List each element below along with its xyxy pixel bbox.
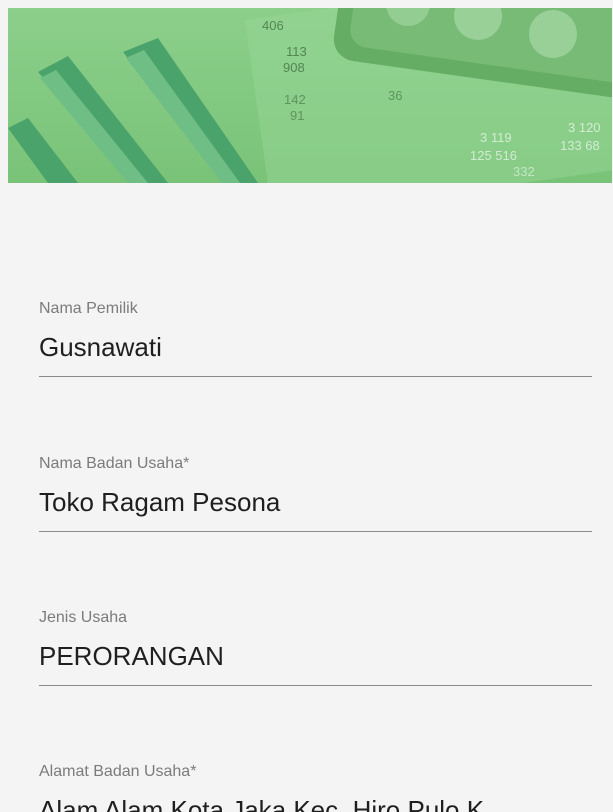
business-address-label: Alamat Badan Usaha* xyxy=(39,763,197,780)
business-name-underline xyxy=(39,531,592,532)
business-type-input[interactable]: PERORANGAN xyxy=(39,641,224,672)
form-screen: 406 113 908 142 91 36 3 119 125 516 332 … xyxy=(0,0,613,812)
owner-name-underline xyxy=(39,376,592,377)
business-name-label: Nama Badan Usaha* xyxy=(39,455,190,472)
owner-name-input[interactable]: Gusnawati xyxy=(39,332,162,363)
business-form: Nama Pemilik Gusnawati Nama Badan Usaha*… xyxy=(0,0,613,812)
business-type-label: Jenis Usaha xyxy=(39,609,128,626)
owner-name-label: Nama Pemilik xyxy=(39,300,138,317)
business-address-input[interactable]: Alam Alam Kota Jaka Kec. Hiro Pulo K xyxy=(39,795,484,812)
business-name-input[interactable]: Toko Ragam Pesona xyxy=(39,487,280,518)
business-type-underline xyxy=(39,685,592,686)
